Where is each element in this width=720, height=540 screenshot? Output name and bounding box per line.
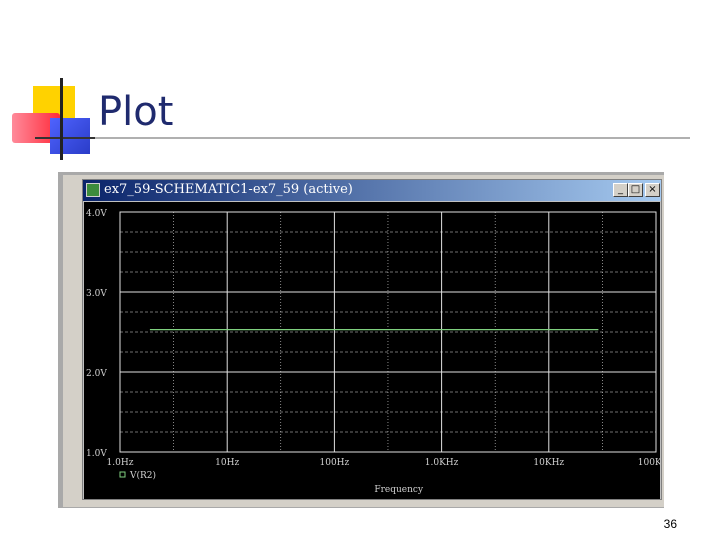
app-icon[interactable]: [86, 183, 100, 197]
legend-marker: [119, 471, 126, 478]
probe-window: ex7_59-SCHEMATIC1-ex7_59 (active) _ □ × …: [82, 179, 662, 500]
decorative-vertical-line: [60, 78, 63, 160]
x-tick-label: 1.0KHz: [425, 458, 459, 468]
window-titlebar[interactable]: ex7_59-SCHEMATIC1-ex7_59 (active) _ □ ×: [83, 180, 661, 201]
x-tick-label: 10Hz: [215, 458, 239, 468]
page-number: 36: [663, 517, 677, 531]
y-tick-label: 3.0V: [86, 289, 107, 299]
x-tick-label: 100Hz: [320, 458, 350, 468]
plot-area[interactable]: 4.0V 3.0V 2.0V 1.0V 1.0Hz 10Hz 100Hz 1.0KHz 10KH…: [84, 202, 660, 499]
x-tick-label: 10KHz: [533, 458, 564, 468]
plot-chart[interactable]: 4.0V 3.0V 2.0V 1.0V1.0Hz 10Hz 100Hz 1.0KHz 10KH…: [84, 202, 660, 499]
window-title: ex7_59-SCHEMATIC1-ex7_59 (active): [104, 182, 353, 197]
y-tick-label: 1.0V: [86, 449, 107, 459]
x-tick-label: 100KHz: [638, 458, 660, 468]
maximize-button[interactable]: □: [628, 183, 643, 197]
y-tick-label: 4.0V: [86, 209, 107, 219]
title-underline-accent: [35, 137, 95, 139]
x-tick-label: 1.0Hz: [107, 458, 134, 468]
close-button[interactable]: ×: [645, 183, 660, 197]
y-tick-label: 2.0V: [86, 369, 107, 379]
decorative-blue-square: [50, 118, 90, 154]
minimize-button[interactable]: _: [613, 183, 628, 197]
x-axis-label: Frequency: [374, 485, 424, 495]
slide-title: Plot: [98, 89, 174, 135]
title-underline: [35, 137, 690, 139]
legend-label: V(R2): [129, 470, 156, 481]
